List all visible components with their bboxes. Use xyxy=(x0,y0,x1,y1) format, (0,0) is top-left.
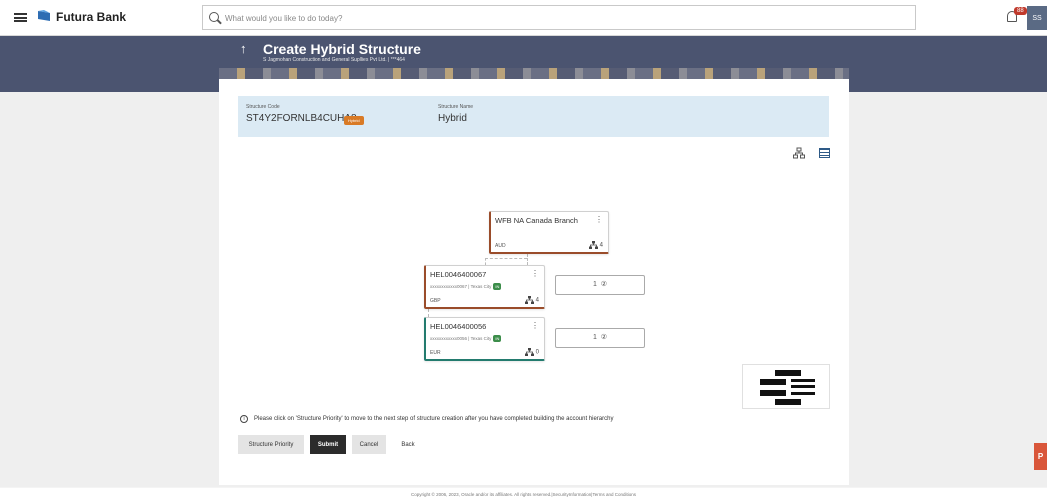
search-icon xyxy=(209,12,219,22)
hierarchy-icon xyxy=(588,241,598,249)
priority-value: 1 xyxy=(592,281,597,288)
back-button[interactable]: Back xyxy=(392,435,424,454)
info-icon: i xyxy=(240,415,248,423)
search-input[interactable] xyxy=(225,9,825,27)
node-child-count: 0 xyxy=(524,348,539,356)
node-account-detail: xxxxxxxxxxxx0056 | Texas City xyxy=(430,336,492,341)
node-subtitle: xxxxxxxxxxxx0056 | Texas City IN xyxy=(430,335,502,342)
node-type-tag: IN xyxy=(493,335,502,342)
priority-input[interactable]: 1 ② xyxy=(555,328,645,348)
footer-copyright: Copyright © 2006, 2023, Oracle and/or it… xyxy=(0,488,1047,503)
connector-line xyxy=(485,258,486,265)
node-count-value: 4 xyxy=(535,297,539,304)
kebab-menu-icon[interactable]: ⋮ xyxy=(595,215,603,224)
table-view-icon[interactable] xyxy=(819,148,830,158)
hybrid-badge: Hybrid xyxy=(344,116,364,125)
connector-line xyxy=(428,309,429,317)
node-count-value: 4 xyxy=(599,242,603,249)
node-currency: GBP xyxy=(430,298,441,304)
search-bar[interactable] xyxy=(202,5,916,30)
hierarchy-node-account[interactable]: HEL0046400056 ⋮ xxxxxxxxxxxx0056 | Texas… xyxy=(424,317,545,361)
page-subtitle: S Jagmohan Construction and General Supl… xyxy=(263,57,405,63)
priority-help-icon[interactable]: ② xyxy=(601,334,607,341)
node-type-tag: IN xyxy=(493,283,502,290)
node-currency: AUD xyxy=(495,243,506,249)
node-subtitle: xxxxxxxxxxxx0067 | Texas City IN xyxy=(430,283,502,290)
banner-decoration xyxy=(219,68,849,79)
back-arrow-icon[interactable]: ↑ xyxy=(240,41,247,56)
hierarchy-node-root[interactable]: WFB NA Canada Branch ⋮ AUD 4 xyxy=(489,211,609,254)
node-child-count: 4 xyxy=(524,296,539,304)
structure-code-value: ST4Y2FORNLB4CUHA8 xyxy=(246,113,357,124)
kebab-menu-icon[interactable]: ⋮ xyxy=(531,269,539,278)
bank-logo-icon xyxy=(38,10,50,21)
node-title: HEL0046400067 xyxy=(430,270,487,279)
node-currency: EUR xyxy=(430,350,441,356)
node-title: WFB NA Canada Branch xyxy=(495,216,578,225)
brand-name[interactable]: Futura Bank xyxy=(56,10,126,24)
node-child-count: 4 xyxy=(588,241,603,249)
floating-action-button[interactable]: P xyxy=(1034,443,1047,470)
avatar[interactable]: SS xyxy=(1027,6,1047,30)
connector-line xyxy=(485,258,527,259)
node-count-value: 0 xyxy=(535,349,539,356)
connector-line xyxy=(527,254,528,265)
priority-help-icon[interactable]: ② xyxy=(601,281,607,288)
priority-input[interactable]: 1 ② xyxy=(555,275,645,295)
hierarchy-icon xyxy=(524,348,534,356)
cancel-button[interactable]: Cancel xyxy=(352,435,386,454)
structure-name-value: Hybrid xyxy=(438,113,467,124)
hamburger-menu-icon[interactable] xyxy=(14,13,27,22)
priority-value: 1 xyxy=(592,334,597,341)
structure-name-label: Structure Name xyxy=(438,104,474,110)
top-bar: Futura Bank 88 SS xyxy=(0,0,1047,36)
hierarchy-node-account[interactable]: HEL0046400067 ⋮ xxxxxxxxxxxx0067 | Texas… xyxy=(424,265,545,309)
structure-preview-graphic xyxy=(742,364,830,409)
tree-view-icon[interactable] xyxy=(793,147,805,159)
structure-priority-button[interactable]: Structure Priority xyxy=(238,435,304,454)
structure-code-label: Structure Code xyxy=(246,104,280,110)
node-account-detail: xxxxxxxxxxxx0067 | Texas City xyxy=(430,284,492,289)
notification-badge: 88 xyxy=(1014,7,1027,15)
page-title: Create Hybrid Structure xyxy=(263,41,421,57)
node-title: HEL0046400056 xyxy=(430,322,487,331)
kebab-menu-icon[interactable]: ⋮ xyxy=(531,321,539,330)
info-message: Please click on 'Structure Priority' to … xyxy=(254,416,614,422)
hierarchy-icon xyxy=(524,296,534,304)
submit-button[interactable]: Submit xyxy=(310,435,346,454)
